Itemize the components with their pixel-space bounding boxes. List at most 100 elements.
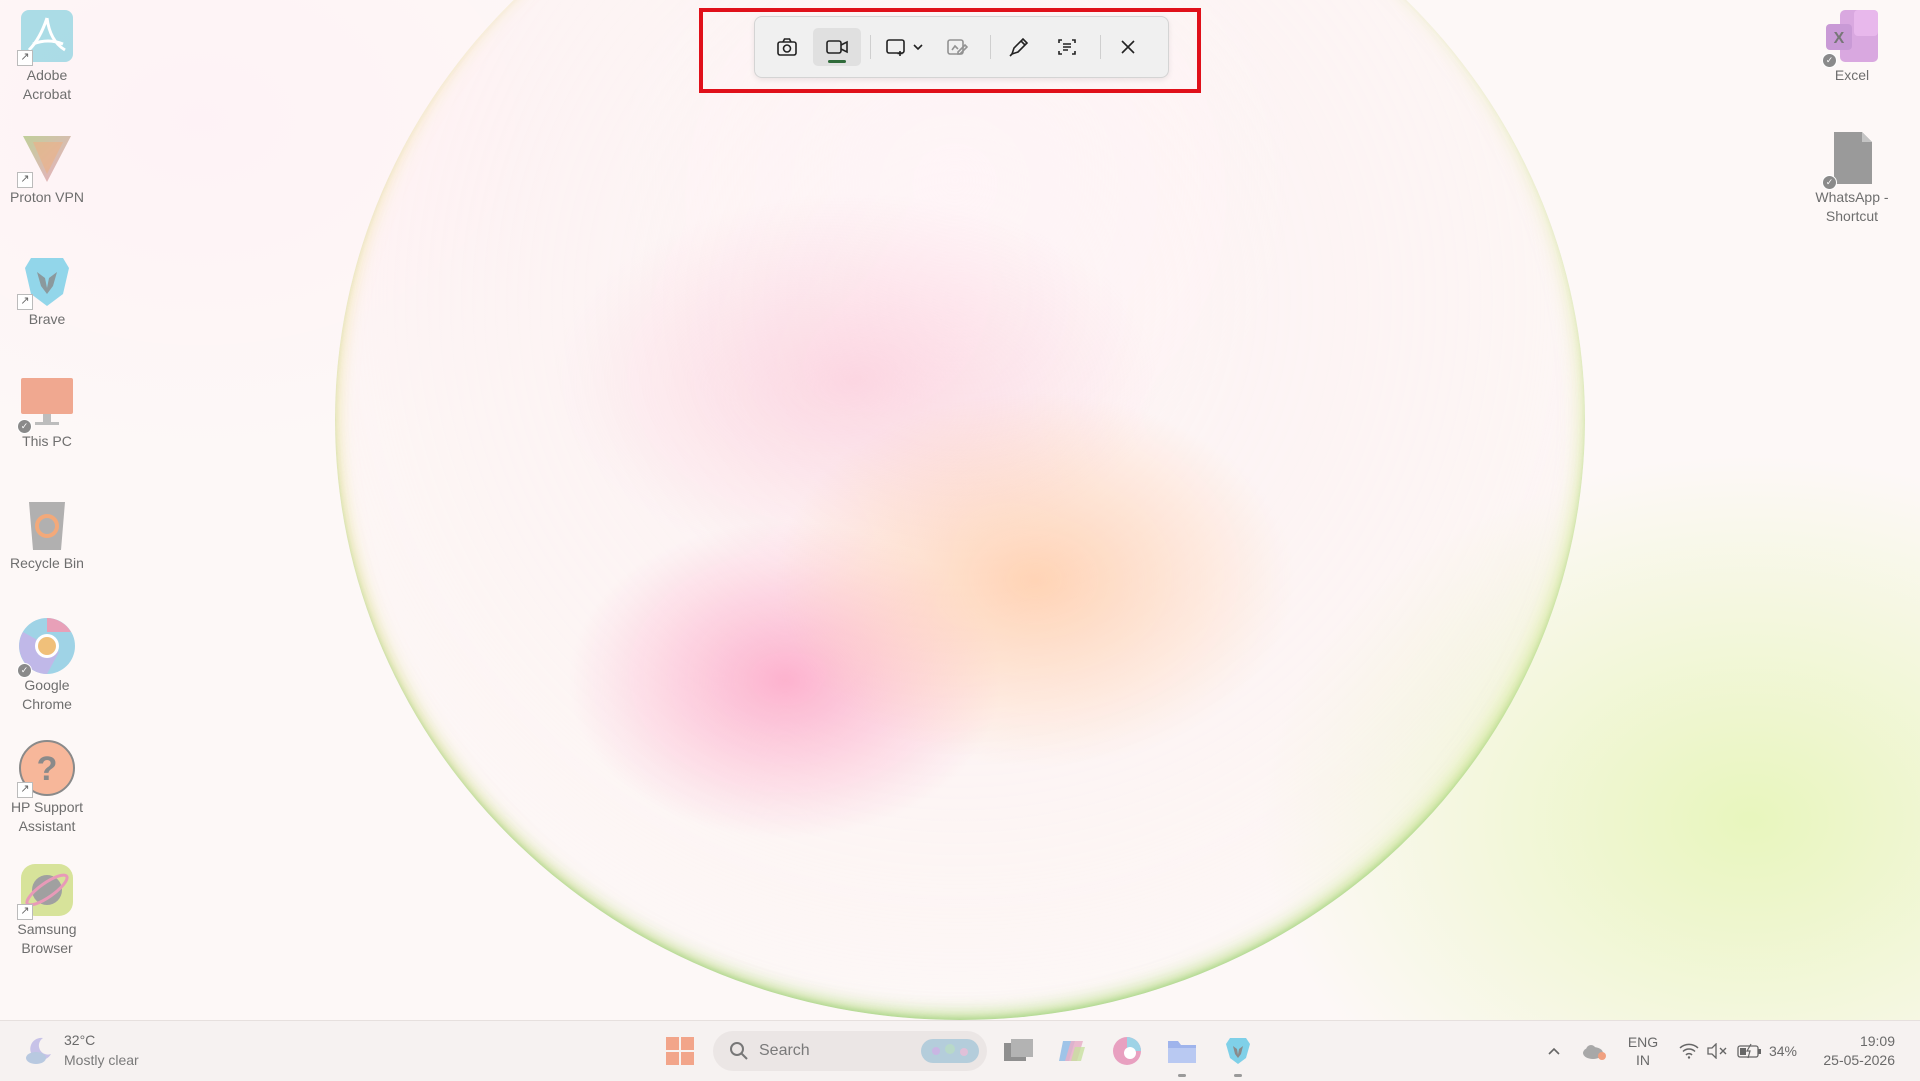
start-button[interactable] (662, 1033, 698, 1069)
rectangle-mode-icon (885, 39, 905, 56)
battery-charging-icon (1737, 1043, 1761, 1059)
google-chrome-icon: ✓ (17, 618, 75, 678)
record-mode-button[interactable] (813, 28, 861, 66)
desktop-icon-label: Google (24, 677, 70, 693)
snip-shape-dropdown[interactable] (879, 28, 929, 66)
sync-status-icon: ✓ (17, 663, 32, 678)
video-icon (826, 40, 848, 54)
camera-icon (777, 38, 797, 56)
desktop-icon-recycle-bin[interactable]: Recycle Bin (0, 496, 95, 573)
svg-text:X: X (1834, 30, 1845, 47)
this-pc-icon: ✓ (17, 374, 75, 434)
brave-taskbar-button[interactable] (1218, 1033, 1258, 1077)
folder-icon (1168, 1041, 1196, 1063)
shortcut-arrow-icon: ↗ (17, 294, 33, 310)
desktop-icon-label: Chrome (22, 696, 72, 712)
screenshot-mode-button[interactable] (767, 28, 807, 66)
shortcut-arrow-icon: ↗ (17, 904, 33, 920)
desktop-icon-brave[interactable]: ↗ Brave (0, 252, 95, 329)
brave-icon: ↗ (17, 252, 75, 310)
file-explorer-button[interactable] (1162, 1033, 1202, 1077)
desktop-icon-label: Adobe (26, 67, 68, 83)
desktop-icon-google-chrome[interactable]: ✓ Google Chrome (0, 618, 95, 714)
chevron-up-icon (1548, 1047, 1560, 1055)
desktop-icon-adobe-acrobat[interactable]: ↗ Adobe Acrobat (0, 8, 95, 104)
excel-icon: X ✓ (1822, 8, 1880, 68)
desktop-icon-excel[interactable]: X ✓ Excel (1804, 8, 1900, 85)
toolbar-separator (990, 35, 991, 59)
search-placeholder: Search (759, 1042, 810, 1059)
desktop-wallpaper (0, 0, 1920, 1020)
battery-percentage: 34% (1768, 1043, 1798, 1059)
sync-status-icon: ✓ (17, 419, 32, 434)
task-view-button[interactable] (998, 1033, 1038, 1069)
onedrive-button[interactable] (1580, 1037, 1608, 1065)
close-icon (1121, 40, 1135, 54)
desktop-icon-proton-vpn[interactable]: ↗ Proton VPN (0, 130, 95, 207)
desktop-icon-label: Samsung (17, 921, 77, 937)
desktop-icon-label: Recycle Bin (10, 555, 84, 571)
markup-button[interactable] (999, 28, 1039, 66)
taskbar-search[interactable]: Search (713, 1031, 987, 1071)
clock[interactable]: 19:09 25-05-2026 (1823, 1032, 1895, 1070)
recycle-bin-icon (19, 496, 75, 552)
desktop-icon-hp-support[interactable]: ? ↗ HP Support Assistant (0, 740, 95, 836)
samsung-browser-icon: ↗ (17, 862, 75, 920)
desktop-icon-label: Assistant (18, 818, 76, 834)
weather-widget[interactable] (20, 1031, 60, 1071)
windows-logo-icon (666, 1037, 694, 1065)
sync-status-icon: ✓ (1822, 175, 1837, 190)
network-button[interactable] (1676, 1037, 1702, 1065)
volume-button[interactable] (1704, 1037, 1730, 1065)
battery-button[interactable] (1736, 1037, 1764, 1065)
whatsapp-shortcut-icon: ✓ (1822, 130, 1880, 190)
desktop-icon-label: Brave (28, 311, 66, 327)
desktop-icon-label: Excel (1834, 67, 1870, 83)
wifi-icon (1679, 1043, 1699, 1059)
task-view-icon (1004, 1039, 1033, 1061)
close-button[interactable] (1108, 28, 1148, 66)
clock-date: 25-05-2026 (1823, 1052, 1895, 1068)
desktop-icon-label: WhatsApp - (1815, 189, 1889, 205)
shortcut-arrow-icon: ↗ (17, 50, 33, 66)
edge-icon (1113, 1037, 1141, 1065)
text-actions-icon (1058, 39, 1076, 55)
volume-muted-icon (1707, 1043, 1727, 1059)
show-hidden-icons-button[interactable] (1542, 1037, 1566, 1065)
desktop-icon-label: Acrobat (22, 86, 72, 102)
toolbar-separator (1100, 35, 1101, 59)
running-indicator (1234, 1074, 1242, 1077)
hp-support-icon: ? ↗ (17, 740, 75, 798)
text-actions-button[interactable] (1047, 28, 1087, 66)
snipping-toolbar (754, 16, 1169, 78)
search-highlight-icon (921, 1039, 979, 1063)
region-code: IN (1636, 1052, 1650, 1068)
desktop-icon-samsung-browser[interactable]: ↗ Samsung Browser (0, 862, 95, 958)
clock-time: 19:09 (1859, 1033, 1895, 1049)
language-code: ENG (1627, 1034, 1659, 1050)
shortcut-arrow-icon: ↗ (17, 172, 33, 188)
svg-text:?: ? (37, 750, 58, 788)
desktop-icon-whatsapp-shortcut[interactable]: ✓ WhatsApp - Shortcut (1804, 130, 1900, 226)
pen-icon (1009, 37, 1029, 57)
onedrive-cloud-icon (1583, 1045, 1606, 1060)
edge-button[interactable] (1107, 1033, 1147, 1069)
desktop-icon-label: This PC (22, 433, 72, 449)
taskbar: 32°C Mostly clear Search ENG IN 34% 19:0… (0, 1020, 1920, 1081)
weather-description: Mostly clear (64, 1052, 139, 1068)
edit-image-icon (947, 39, 968, 55)
copilot-icon (1059, 1041, 1085, 1061)
weather-temperature: 32°C (64, 1032, 96, 1048)
edit-button[interactable] (937, 28, 977, 66)
search-icon (730, 1042, 748, 1060)
running-indicator (1178, 1074, 1186, 1077)
desktop-icon-this-pc[interactable]: ✓ This PC (0, 374, 95, 451)
brave-icon (1226, 1038, 1250, 1064)
language-indicator[interactable]: ENG IN (1625, 1033, 1661, 1069)
desktop-icon-label: Browser (21, 940, 73, 956)
toolbar-separator (870, 35, 871, 59)
sync-status-icon: ✓ (1822, 53, 1837, 68)
desktop-icon-label: HP Support (10, 799, 84, 815)
copilot-button[interactable] (1052, 1033, 1092, 1069)
proton-vpn-icon: ↗ (17, 130, 75, 188)
